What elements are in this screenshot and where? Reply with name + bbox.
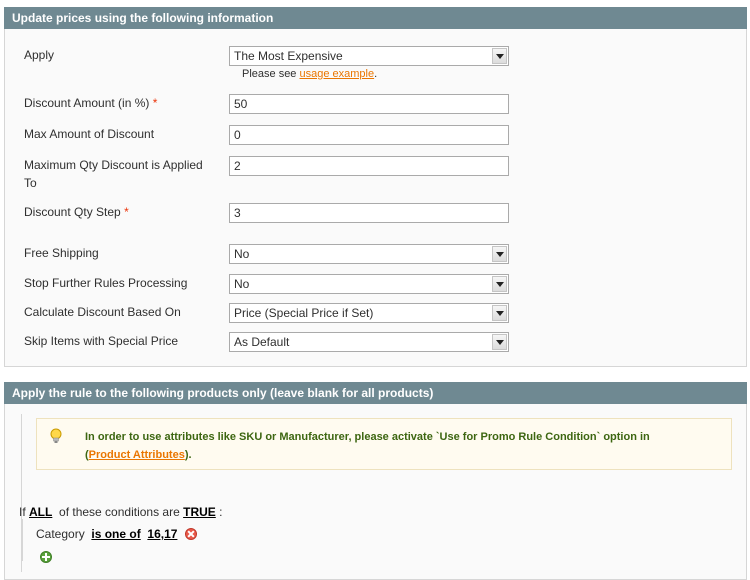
stop-rules-value: No — [234, 277, 250, 291]
stop-rules-label: Stop Further Rules Processing — [24, 276, 188, 290]
calc-based-label: Calculate Discount Based On — [24, 305, 181, 319]
rule-value-link[interactable]: 16,17 — [147, 527, 177, 541]
chevron-down-icon[interactable] — [492, 334, 507, 350]
condition-suffix: : — [219, 505, 223, 519]
condition-tree-line — [22, 519, 23, 561]
apply-label: Apply — [24, 48, 55, 62]
usage-example-link[interactable]: usage example — [300, 68, 375, 80]
qty-step-input[interactable] — [229, 203, 509, 223]
price-section-body: Apply The Most Expensive Please see usag… — [4, 29, 747, 367]
condition-middle: of these conditions are — [59, 505, 180, 519]
condition-value-link[interactable]: TRUE — [183, 505, 216, 519]
remove-icon[interactable] — [184, 528, 197, 540]
conditions-section: Apply the rule to the following products… — [4, 382, 747, 580]
notice-text: In order to use attributes like SKU or M… — [85, 431, 650, 443]
chevron-down-icon[interactable] — [492, 246, 507, 262]
condition-prefix: If — [19, 505, 26, 519]
qty-step-label: Discount Qty Step * — [24, 203, 214, 221]
apply-note: Please see usage example. — [242, 68, 377, 80]
free-shipping-label: Free Shipping — [24, 246, 99, 260]
price-section: Update prices using the following inform… — [4, 7, 747, 367]
notice-message: In order to use attributes like SKU or M… — [85, 428, 715, 464]
free-shipping-select[interactable]: No — [229, 244, 509, 264]
discount-amount-label: Discount Amount (in %) * — [24, 94, 214, 112]
product-attributes-link[interactable]: Product Attributes — [89, 449, 185, 461]
price-section-title: Update prices using the following inform… — [4, 7, 747, 29]
qty-step-label-text: Discount Qty Step — [24, 205, 121, 219]
chevron-down-icon[interactable] — [492, 305, 507, 321]
condition-rule: Category is one of 16,17 — [36, 527, 197, 541]
rule-attribute: Category — [36, 527, 85, 541]
discount-amount-label-text: Discount Amount (in %) — [24, 96, 150, 110]
apply-note-prefix: Please see — [242, 68, 297, 80]
lightbulb-icon — [50, 428, 62, 443]
skip-special-select[interactable]: As Default — [229, 332, 509, 352]
max-qty-input[interactable] — [229, 156, 509, 176]
chevron-down-icon[interactable] — [492, 48, 507, 64]
required-mark: * — [152, 96, 158, 110]
skip-special-label: Skip Items with Special Price — [24, 334, 179, 348]
free-shipping-value: No — [234, 247, 250, 261]
apply-note-suffix: . — [374, 68, 378, 80]
calc-based-select[interactable]: Price (Special Price if Set) — [229, 303, 509, 323]
chevron-down-icon[interactable] — [492, 276, 507, 292]
conditions-section-body: In order to use attributes like SKU or M… — [4, 404, 747, 580]
max-amount-label: Max Amount of Discount — [24, 127, 155, 141]
apply-select[interactable]: The Most Expensive — [229, 46, 509, 66]
stop-rules-select[interactable]: No — [229, 274, 509, 294]
skip-special-value: As Default — [234, 335, 290, 349]
required-mark: * — [124, 205, 129, 219]
discount-amount-input[interactable] — [229, 94, 509, 114]
apply-value: The Most Expensive — [234, 49, 343, 63]
conditions-section-title: Apply the rule to the following products… — [4, 382, 747, 404]
add-icon[interactable] — [40, 551, 52, 563]
conditions-aggregator: If ALL of these conditions are TRUE : — [19, 505, 222, 519]
aggregator-link[interactable]: ALL — [29, 505, 52, 519]
max-amount-input[interactable] — [229, 125, 509, 145]
calc-based-value: Price (Special Price if Set) — [234, 306, 374, 320]
notice-paren-close: ). — [184, 449, 192, 461]
max-qty-label: Maximum Qty Discount is Applied To — [24, 158, 203, 190]
rule-operator-link[interactable]: is one of — [91, 527, 140, 541]
notice-box: In order to use attributes like SKU or M… — [36, 418, 732, 470]
